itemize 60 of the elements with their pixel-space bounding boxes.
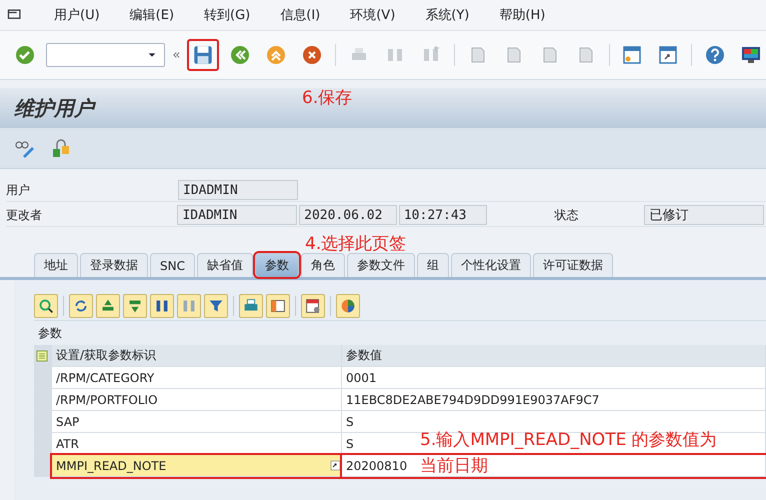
save-button[interactable]: [187, 39, 220, 71]
readonly-field: IDADMIN: [178, 180, 298, 200]
select-all-icon: [34, 348, 50, 364]
tab[interactable]: 缺省值: [196, 253, 253, 277]
readonly-field: IDADMIN: [177, 205, 298, 225]
export-button[interactable]: [301, 294, 325, 318]
menu-item[interactable]: 用户(U): [54, 6, 100, 24]
cancel-icon: [301, 44, 324, 66]
back-icon: [229, 44, 252, 66]
annotation-text: 6.保存: [302, 89, 352, 108]
annotation-text: 4.选择此页签: [305, 235, 406, 254]
table-cell: 11EBC8DE2ABE794D9DD991E9037AF9C7: [342, 389, 766, 411]
table-title: 参数: [37, 325, 63, 342]
screen-title: 维护用户: [14, 94, 94, 122]
menu-item[interactable]: 信息(I): [280, 6, 320, 24]
tab[interactable]: 组: [416, 253, 449, 277]
table-cell: SAP: [52, 411, 342, 433]
tab[interactable]: 许可证数据: [532, 253, 613, 277]
field-label: 更改者: [6, 206, 43, 224]
tab[interactable]: 地址: [34, 253, 78, 277]
help-icon: [704, 44, 726, 66]
menu-item[interactable]: 编辑(E): [130, 6, 174, 24]
sort-descending-button[interactable]: [123, 294, 147, 318]
layout-button[interactable]: [266, 294, 290, 318]
readonly-field: 2020.06.02: [299, 205, 397, 225]
pie-chart-button[interactable]: [336, 294, 360, 318]
padlock-icon: [50, 137, 72, 159]
checkmark-icon: [14, 44, 36, 66]
column-header[interactable]: 参数值: [342, 345, 766, 367]
tab[interactable]: 个性化设置: [450, 253, 531, 277]
details-button[interactable]: [34, 294, 58, 318]
tab[interactable]: 登录数据: [80, 253, 148, 277]
monitor-icon: [740, 44, 762, 66]
readonly-field: 已修订: [644, 205, 764, 225]
filter-button[interactable]: [204, 294, 228, 318]
menu-item[interactable]: 帮助(H): [499, 6, 546, 24]
select-all-button[interactable]: [34, 345, 52, 367]
menu-item[interactable]: 转到(G): [204, 6, 250, 24]
menu-item[interactable]: 环境(V): [350, 6, 396, 24]
table-cell: ATR: [52, 433, 342, 455]
menu-item[interactable]: 系统(Y): [425, 6, 470, 24]
sort-ascending-button[interactable]: [96, 294, 120, 318]
command-field[interactable]: [46, 43, 165, 67]
shortcut-window-icon: [657, 44, 680, 66]
tab[interactable]: 参数: [254, 253, 299, 277]
table-cell: /RPM/CATEGORY: [52, 367, 342, 389]
field-label: 状态: [554, 206, 580, 224]
table-cell: /RPM/PORTFOLIO: [52, 389, 342, 411]
field-label: 用户: [6, 182, 31, 198]
tab[interactable]: 参数文件: [346, 253, 415, 277]
table-cell: 0001: [342, 367, 766, 389]
column-header[interactable]: 设置/获取参数标识: [52, 345, 342, 367]
new-window-icon: [621, 44, 644, 66]
printer-button[interactable]: [239, 294, 263, 318]
tab[interactable]: 角色: [300, 253, 345, 277]
readonly-field: 10:27:43: [398, 205, 487, 225]
refresh-button[interactable]: [69, 294, 93, 318]
exit-icon: [265, 44, 288, 66]
input-field[interactable]: MMPI_READ_NOTE: [52, 455, 342, 477]
tab[interactable]: SNC: [150, 253, 195, 277]
